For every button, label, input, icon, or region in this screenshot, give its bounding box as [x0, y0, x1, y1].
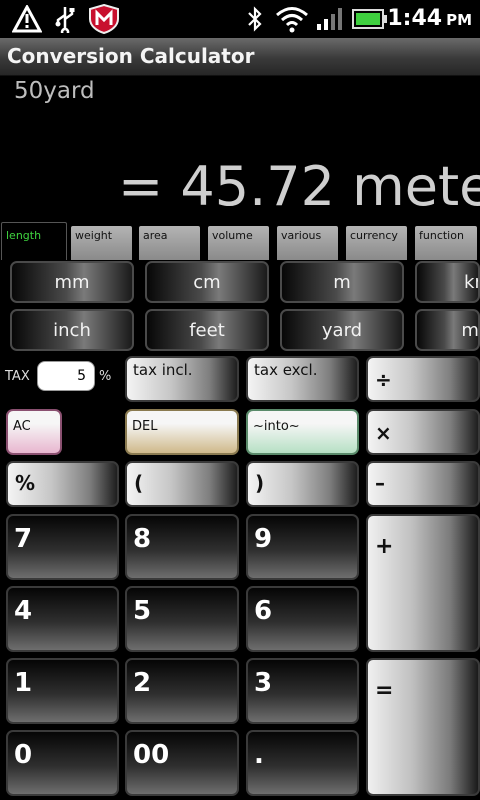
unit-feet-button[interactable]: feet — [145, 309, 269, 351]
title-bar: Conversion Calculator — [0, 38, 480, 76]
tab-area[interactable]: area — [139, 226, 200, 260]
into-button[interactable]: ~into~ — [246, 409, 359, 455]
plus-button[interactable]: + — [366, 514, 480, 652]
warning-icon — [10, 4, 44, 34]
tax-excl-button[interactable]: tax excl. — [246, 356, 359, 402]
digit-1-button[interactable]: 1 — [6, 658, 119, 724]
unit-inch-button[interactable]: inch — [10, 309, 134, 351]
unit-m-button[interactable]: m — [280, 261, 404, 303]
left-paren-button[interactable]: ( — [125, 461, 239, 507]
tax-label: TAX — [5, 369, 30, 384]
tab-function[interactable]: function — [415, 226, 477, 260]
unit-cm-button[interactable]: cm — [145, 261, 269, 303]
equals-button[interactable]: = — [366, 658, 480, 796]
signal-strength-icon — [314, 4, 346, 34]
unit-yard-button[interactable]: yard — [280, 309, 404, 351]
tax-percent-label: % — [99, 369, 112, 384]
digit-8-button[interactable]: 8 — [125, 514, 239, 580]
result-display: = 45.72 meters — [118, 155, 480, 218]
digit-4-button[interactable]: 4 — [6, 586, 119, 652]
digit-3-button[interactable]: 3 — [246, 658, 359, 724]
usb-icon — [52, 4, 78, 34]
double-zero-button[interactable]: 00 — [125, 730, 239, 796]
tab-currency[interactable]: currency — [346, 226, 407, 260]
tax-incl-button[interactable]: tax incl. — [125, 356, 239, 402]
tab-volume[interactable]: volume — [208, 226, 269, 260]
wifi-icon — [274, 4, 310, 34]
expression-display: 50yard — [14, 78, 95, 104]
battery-icon — [352, 4, 388, 34]
digit-5-button[interactable]: 5 — [125, 586, 239, 652]
tab-length[interactable]: length — [1, 222, 67, 260]
status-bar: 1:44 PM — [0, 0, 480, 38]
tab-weight[interactable]: weight — [71, 226, 132, 260]
minus-button[interactable]: – — [366, 461, 480, 507]
app-title: Conversion Calculator — [7, 44, 255, 68]
multiply-button[interactable]: × — [366, 409, 480, 455]
unit-km-button[interactable]: km — [415, 261, 480, 303]
digit-2-button[interactable]: 2 — [125, 658, 239, 724]
digit-6-button[interactable]: 6 — [246, 586, 359, 652]
decimal-point-button[interactable]: . — [246, 730, 359, 796]
unit-mm-button[interactable]: mm — [10, 261, 134, 303]
tab-various[interactable]: various — [277, 226, 338, 260]
digit-7-button[interactable]: 7 — [6, 514, 119, 580]
digit-9-button[interactable]: 9 — [246, 514, 359, 580]
divide-button[interactable]: ÷ — [366, 356, 480, 402]
delete-button[interactable]: DEL — [125, 409, 239, 455]
digit-0-button[interactable]: 0 — [6, 730, 119, 796]
right-paren-button[interactable]: ) — [246, 461, 359, 507]
percent-button[interactable]: % — [6, 461, 119, 507]
clock: 1:44 PM — [387, 6, 472, 31]
unit-mile-button[interactable]: mile — [415, 309, 480, 351]
mcafee-shield-icon — [86, 4, 122, 34]
all-clear-button[interactable]: AC — [6, 409, 62, 455]
bluetooth-icon — [244, 4, 266, 34]
tax-rate-input[interactable]: 5 — [37, 361, 95, 391]
